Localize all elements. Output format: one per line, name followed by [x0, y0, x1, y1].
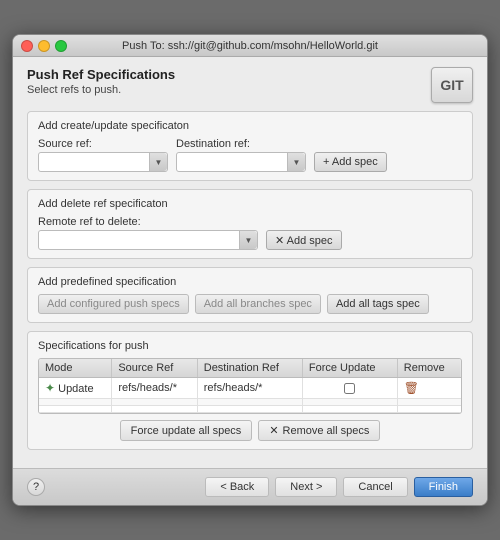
destination-ref-combo[interactable]: ▼ [176, 152, 306, 172]
finish-button[interactable]: Finish [414, 477, 473, 497]
main-content: Push Ref Specifications Select refs to p… [13, 57, 487, 468]
destination-ref-group: Destination ref: ▼ [176, 138, 306, 172]
delete-section: Add delete ref specificaton Remote ref t… [27, 189, 473, 259]
row-mode: ✦ Update [39, 378, 112, 399]
remove-all-label: Remove all specs [283, 425, 370, 437]
empty-destination2 [197, 406, 302, 413]
empty-destination [197, 399, 302, 406]
git-icon: GIT [431, 67, 473, 103]
table-row [39, 399, 461, 406]
source-ref-group: Source ref: ▼ [38, 138, 168, 172]
col-source-ref: Source Ref [112, 359, 197, 378]
empty-mode [39, 399, 112, 406]
header-text: Push Ref Specifications Select refs to p… [27, 67, 175, 96]
specs-action-buttons: Force update all specs ✕ Remove all spec… [38, 420, 462, 441]
next-button[interactable]: Next > [275, 477, 337, 497]
delete-section-title: Add delete ref specificaton [38, 198, 462, 210]
minimize-button[interactable] [38, 40, 50, 52]
footer: ? < Back Next > Cancel Finish [13, 468, 487, 505]
row-source: refs/heads/* [112, 378, 197, 399]
destination-ref-label: Destination ref: [176, 138, 306, 150]
specs-title: Specifications for push [38, 340, 462, 352]
create-update-section: Add create/update specificaton Source re… [27, 111, 473, 181]
empty-remove [397, 399, 461, 406]
predefined-buttons: Add configured push specs Add all branch… [38, 294, 462, 314]
titlebar: Push To: ssh://git@github.com/msohn/Hell… [13, 35, 487, 57]
row-destination: refs/heads/* [197, 378, 302, 399]
trash-icon[interactable]: 🗑 [404, 381, 419, 395]
force-update-all-specs-button[interactable]: Force update all specs [120, 420, 253, 441]
page-subtitle: Select refs to push. [27, 84, 175, 96]
col-force-update: Force Update [302, 359, 397, 378]
cancel-button[interactable]: Cancel [343, 477, 407, 497]
remote-ref-input[interactable] [39, 234, 239, 246]
table-row [39, 406, 461, 413]
specs-table-wrapper: Mode Source Ref Destination Ref Force Up… [38, 358, 462, 414]
row-remove[interactable]: 🗑 [397, 378, 461, 399]
maximize-button[interactable] [55, 40, 67, 52]
specs-table: Mode Source Ref Destination Ref Force Up… [39, 359, 461, 413]
source-ref-label: Source ref: [38, 138, 168, 150]
empty-source [112, 399, 197, 406]
update-icon: ✦ [45, 381, 55, 395]
table-row: ✦ Update refs/heads/* refs/heads/* [39, 378, 461, 399]
empty-mode2 [39, 406, 112, 413]
empty-remove2 [397, 406, 461, 413]
create-update-title: Add create/update specificaton [38, 120, 462, 132]
force-update-checkbox[interactable] [344, 383, 355, 394]
help-button[interactable]: ? [27, 478, 45, 496]
remote-ref-combo[interactable]: ▼ [38, 230, 258, 250]
remote-ref-arrow[interactable]: ▼ [239, 231, 257, 249]
add-delete-spec-button[interactable]: ✕ Add spec [266, 230, 342, 250]
empty-force2 [302, 406, 397, 413]
source-ref-combo[interactable]: ▼ [38, 152, 168, 172]
specs-section: Specifications for push Mode Source Ref … [27, 331, 473, 450]
mode-label: Update [58, 383, 93, 395]
remote-ref-label: Remote ref to delete: [38, 216, 258, 228]
col-mode: Mode [39, 359, 112, 378]
destination-ref-input[interactable] [177, 156, 287, 168]
delete-fields: Remote ref to delete: ▼ ✕ Add spec [38, 216, 462, 250]
col-destination-ref: Destination Ref [197, 359, 302, 378]
create-update-fields: Source ref: ▼ Destination ref: ▼ + Add s… [38, 138, 462, 172]
add-configured-push-specs-button[interactable]: Add configured push specs [38, 294, 189, 314]
window-title: Push To: ssh://git@github.com/msohn/Hell… [122, 40, 378, 52]
close-button[interactable] [21, 40, 33, 52]
header-row: Push Ref Specifications Select refs to p… [27, 67, 473, 103]
predefined-title: Add predefined specification [38, 276, 462, 288]
traffic-lights [21, 40, 67, 52]
remote-ref-group: Remote ref to delete: ▼ [38, 216, 258, 250]
back-button[interactable]: < Back [205, 477, 269, 497]
empty-force [302, 399, 397, 406]
specs-table-header: Mode Source Ref Destination Ref Force Up… [39, 359, 461, 378]
specs-table-body: ✦ Update refs/heads/* refs/heads/* [39, 378, 461, 413]
source-ref-input[interactable] [39, 156, 149, 168]
footer-nav: < Back Next > Cancel Finish [205, 477, 473, 497]
page-title: Push Ref Specifications [27, 67, 175, 82]
predefined-section: Add predefined specification Add configu… [27, 267, 473, 323]
col-remove: Remove [397, 359, 461, 378]
main-window: Push To: ssh://git@github.com/msohn/Hell… [12, 34, 488, 506]
add-all-branches-spec-button[interactable]: Add all branches spec [195, 294, 321, 314]
empty-source2 [112, 406, 197, 413]
remove-all-specs-button[interactable]: ✕ Remove all specs [258, 420, 380, 441]
row-force-update[interactable] [302, 378, 397, 399]
destination-ref-arrow[interactable]: ▼ [287, 153, 305, 171]
source-ref-arrow[interactable]: ▼ [149, 153, 167, 171]
remove-icon: ✕ [269, 424, 278, 437]
add-all-tags-spec-button[interactable]: Add all tags spec [327, 294, 429, 314]
add-create-spec-button[interactable]: + Add spec [314, 152, 387, 172]
